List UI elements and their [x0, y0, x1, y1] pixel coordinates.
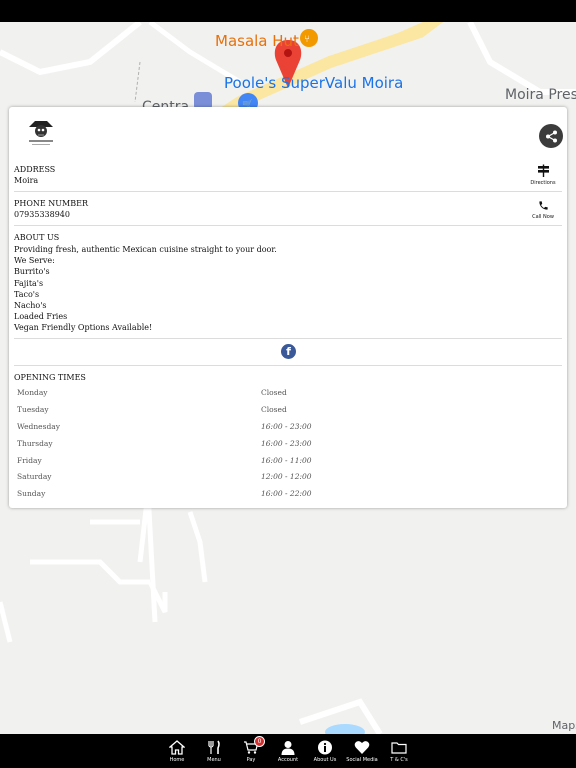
about-line: Taco's: [14, 289, 40, 299]
hours-time: 16:00 - 22:00: [261, 489, 312, 499]
call-now-label: Call Now: [532, 214, 554, 220]
phone-heading: PHONE NUMBER: [14, 199, 88, 208]
hours-day: Friday: [17, 455, 42, 465]
about-line: Loaded Fries: [14, 312, 68, 322]
about-line: Providing fresh, authentic Mexican cuisi…: [14, 245, 277, 254]
about-line: Nacho's: [14, 301, 47, 311]
hours-row: Saturday 12:00 - 12:00: [17, 471, 517, 488]
phone-value[interactable]: 07935338940: [14, 210, 70, 219]
hours-row: Monday Closed: [17, 387, 517, 404]
hours-time: Closed: [261, 404, 287, 414]
cart-count-badge: 0: [254, 736, 265, 747]
directions-label: Directions: [530, 180, 556, 186]
map-label-moira-pres: Moira Pres: [505, 87, 576, 103]
tab-label: Pay: [246, 757, 256, 763]
about-heading: ABOUT US: [14, 233, 60, 242]
hours-day: Tuesday: [17, 404, 49, 414]
tab-menu[interactable]: Menu: [197, 740, 231, 763]
share-button[interactable]: [539, 124, 563, 148]
facebook-icon[interactable]: f: [281, 344, 296, 359]
hours-row: Tuesday Closed: [17, 404, 517, 421]
tab-social-media[interactable]: Social Media: [345, 740, 379, 763]
hours-time: 12:00 - 12:00: [261, 472, 312, 482]
hours-row: Thursday 16:00 - 23:00: [17, 438, 517, 455]
tab-label: About Us: [313, 757, 337, 763]
tab-label: Menu: [207, 757, 221, 763]
about-line: Fajita's: [14, 278, 44, 288]
tab-home[interactable]: Home: [160, 740, 194, 763]
opening-times-table: Monday Closed Tuesday Closed Wednesday 1…: [17, 387, 517, 505]
hours-time: 16:00 - 11:00: [261, 455, 312, 465]
hours-row: Friday 16:00 - 11:00: [17, 455, 517, 472]
tab-terms[interactable]: T & C's: [382, 740, 416, 763]
divider: [14, 365, 562, 366]
tab-label: Home: [169, 757, 185, 763]
call-now-button[interactable]: Call Now: [523, 200, 563, 220]
directions-button[interactable]: Directions: [523, 164, 563, 186]
hours-day: Monday: [17, 388, 48, 397]
hours-day: Wednesday: [17, 421, 60, 431]
menu-icon: [208, 740, 220, 754]
divider: [14, 338, 562, 339]
hours-day: Saturday: [17, 472, 52, 482]
divider: [14, 191, 562, 192]
hours-day: Thursday: [17, 438, 53, 448]
hours-row: Wednesday 16:00 - 23:00: [17, 421, 517, 438]
share-icon: [545, 130, 557, 142]
opening-times-heading: OPENING TIMES: [14, 373, 86, 382]
info-icon: [318, 740, 332, 755]
hours-row: Sunday 16:00 - 22:00: [17, 488, 517, 505]
hours-time: Closed: [261, 388, 287, 397]
heart-icon: [354, 741, 370, 754]
tab-label: Account: [277, 757, 299, 763]
about-line: We Serve:: [14, 256, 55, 266]
tab-pay[interactable]: 0 Pay: [234, 736, 268, 763]
address-heading: ADDRESS: [14, 165, 56, 174]
signpost-icon: [537, 164, 549, 177]
home-icon: [169, 740, 185, 755]
hours-time: 16:00 - 23:00: [261, 421, 312, 431]
info-card: ADDRESS Moira Directions PHONE NUMBER 07…: [9, 107, 567, 508]
hours-day: Sunday: [17, 489, 46, 499]
map-label-pooles: Poole's SuperValu Moira: [224, 74, 404, 92]
svg-text:⑂: ⑂: [304, 34, 310, 45]
bottom-tab-bar: Home Menu 0 Pay Account About Us Social …: [0, 734, 576, 768]
tab-label: T & C's: [390, 757, 408, 763]
about-line: Burrito's: [14, 267, 50, 277]
map-label-masala: Masala Hut: [215, 32, 299, 50]
tab-label: Social Media: [346, 757, 378, 763]
restaurant-logo: [25, 117, 57, 147]
about-text: Providing fresh, authentic Mexican cuisi…: [14, 244, 277, 334]
account-icon: [281, 741, 295, 755]
tab-about-us[interactable]: About Us: [308, 740, 342, 763]
status-bar: [0, 0, 576, 22]
tab-account[interactable]: Account: [271, 740, 305, 763]
map-attribution: Maps: [552, 719, 576, 732]
hours-time: 16:00 - 23:00: [261, 438, 312, 448]
address-value: Moira: [14, 176, 39, 185]
about-line: Vegan Friendly Options Available!: [14, 323, 153, 333]
phone-icon: [538, 201, 548, 210]
divider: [14, 225, 562, 226]
folder-icon: [391, 742, 407, 754]
